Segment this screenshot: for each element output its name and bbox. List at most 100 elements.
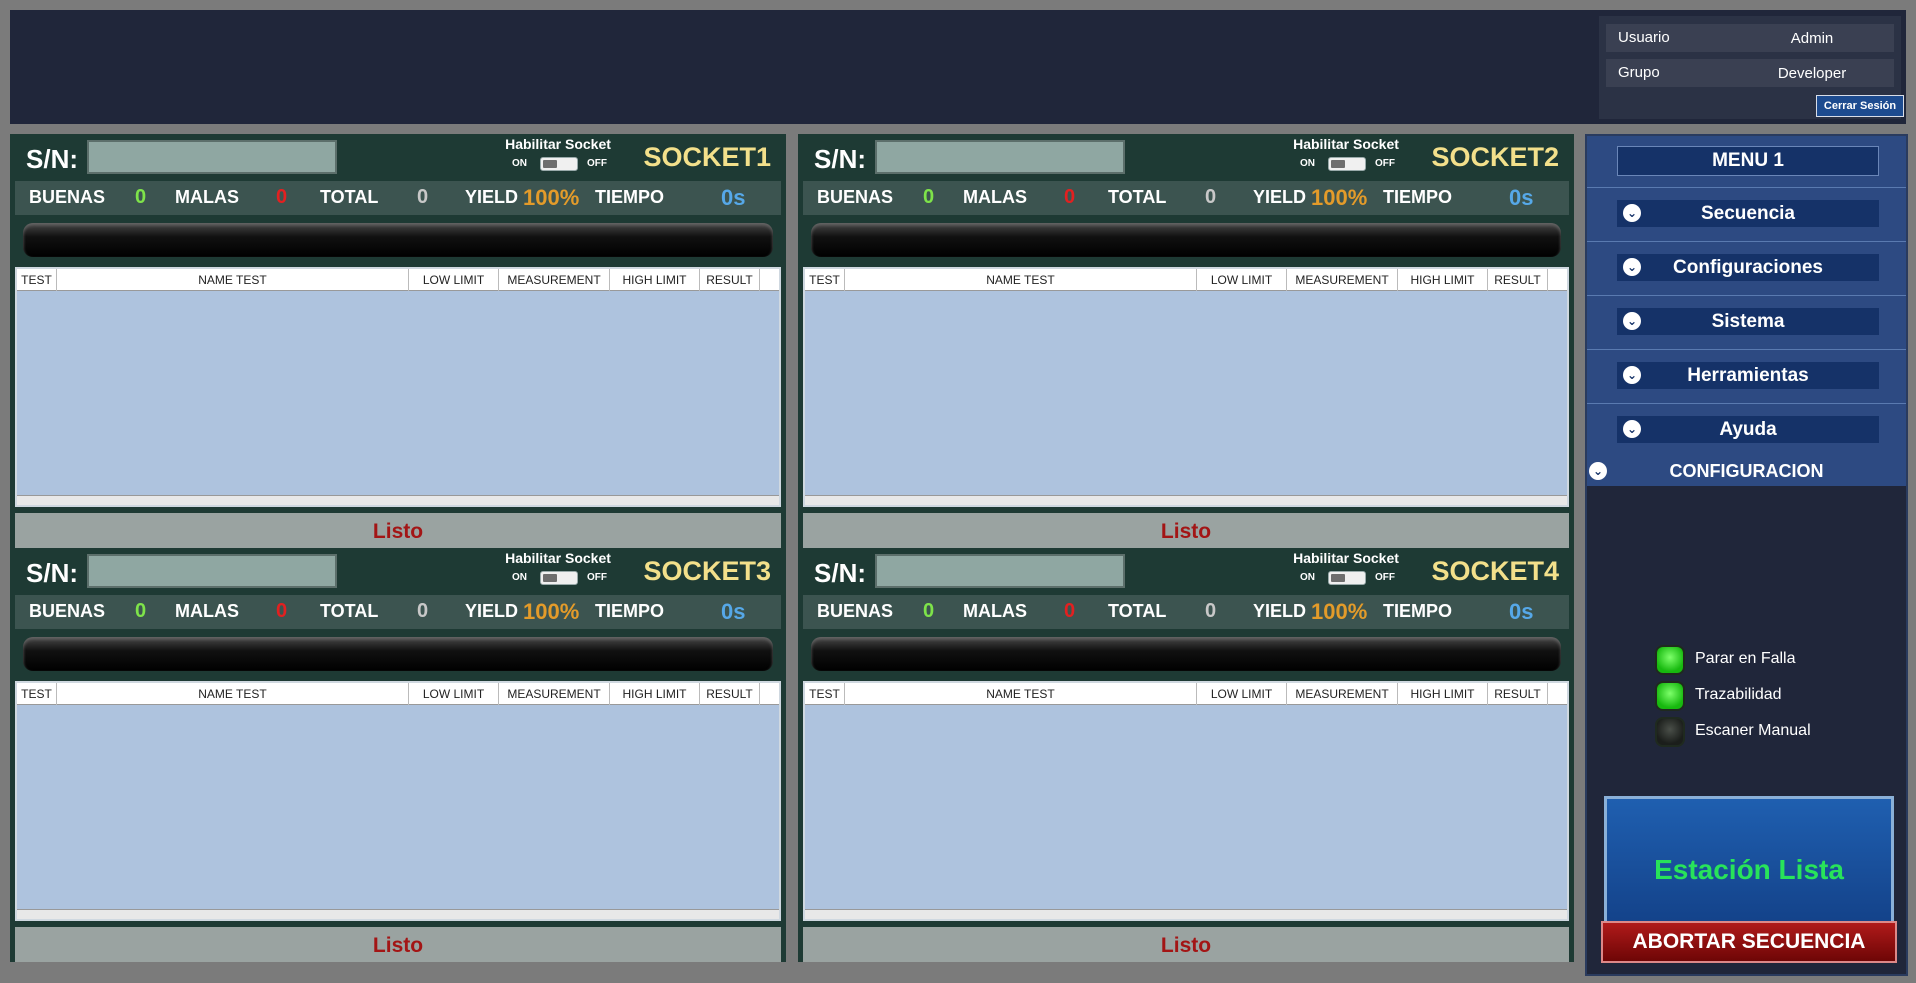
col-result: RESULT [1488, 269, 1548, 291]
chevron-down-icon[interactable]: ⌄ [1623, 366, 1641, 384]
traceability-indicator[interactable] [1655, 681, 1685, 711]
col-low-limit: LOW LIMIT [409, 683, 499, 705]
bad-label: MALAS [963, 187, 1027, 207]
serial-number-input[interactable] [87, 140, 337, 174]
serial-number-input[interactable] [87, 554, 337, 588]
test-results-table[interactable]: TEST NAME TEST LOW LIMIT MEASUREMENT HIG… [15, 681, 781, 921]
time-label: TIEMPO [595, 601, 665, 621]
abort-sequence-button[interactable]: ABORTAR SECUENCIA [1601, 921, 1897, 963]
chevron-down-icon[interactable]: ⌄ [1623, 420, 1641, 438]
table-horizontal-scrollbar[interactable] [805, 909, 1567, 919]
stats-bar: BUENAS 0 MALAS 0 TOTAL 0 YIELD 100% TIEM… [803, 595, 1569, 629]
toggle-knob [1331, 160, 1345, 168]
table-horizontal-scrollbar[interactable] [17, 909, 779, 919]
off-label: OFF [1375, 572, 1395, 583]
col-high-limit: HIGH LIMIT [610, 269, 700, 291]
chevron-down-icon[interactable]: ⌄ [1623, 204, 1641, 222]
socket-status: Listo [803, 513, 1569, 548]
on-label: ON [1300, 158, 1315, 169]
progress-bar [811, 223, 1561, 257]
socket-title: SOCKET4 [1431, 556, 1559, 586]
col-result: RESULT [1488, 683, 1548, 705]
configuracion-section[interactable]: ⌄ CONFIGURACION [1587, 456, 1906, 486]
col-measurement: MEASUREMENT [1287, 683, 1398, 705]
menu-item-ayuda: Ayuda ⌄ [1587, 404, 1906, 456]
col-high-limit: HIGH LIMIT [1398, 683, 1488, 705]
configuracion-label: CONFIGURACION [1669, 461, 1824, 481]
logout-button[interactable]: Cerrar Sesión [1816, 95, 1904, 117]
progress-bar [23, 223, 773, 257]
yield-value: 100% [1311, 599, 1368, 624]
sistema-button[interactable]: Sistema [1617, 308, 1879, 335]
col-result: RESULT [700, 683, 760, 705]
good-count: 0 [923, 186, 935, 208]
test-results-table[interactable]: TEST NAME TEST LOW LIMIT MEASUREMENT HIG… [803, 681, 1569, 921]
stop-on-failure-indicator[interactable] [1655, 645, 1685, 675]
good-label: BUENAS [817, 601, 894, 621]
enable-socket-toggle[interactable] [1328, 157, 1366, 171]
total-label: TOTAL [1108, 187, 1167, 207]
ayuda-button[interactable]: Ayuda [1617, 416, 1879, 443]
menu-header: MENU 1 [1587, 136, 1906, 188]
yield-label: YIELD [465, 601, 519, 621]
chevron-down-icon[interactable]: ⌄ [1623, 258, 1641, 276]
yield-value: 100% [523, 599, 580, 624]
good-count: 0 [923, 600, 935, 622]
enable-socket-switch-row: ON OFF [505, 156, 615, 172]
herramientas-button[interactable]: Herramientas [1617, 362, 1879, 389]
table-header: TEST NAME TEST LOW LIMIT MEASUREMENT HIG… [805, 683, 1567, 705]
group-value: Developer [1777, 65, 1847, 82]
configuraciones-button[interactable]: Configuraciones [1617, 254, 1879, 281]
col-measurement: MEASUREMENT [1287, 269, 1398, 291]
socket-title: SOCKET1 [643, 142, 771, 172]
enable-socket-label: Habilitar Socket [505, 136, 611, 152]
total-label: TOTAL [320, 601, 379, 621]
total-count: 0 [417, 186, 429, 208]
col-result: RESULT [700, 269, 760, 291]
yield-label: YIELD [465, 187, 519, 207]
time-value: 0s [721, 185, 746, 210]
table-horizontal-scrollbar[interactable] [805, 495, 1567, 505]
off-label: OFF [1375, 158, 1395, 169]
yield-value: 100% [523, 185, 580, 210]
option-label: Escaner Manual [1695, 722, 1811, 739]
toggle-knob [543, 574, 557, 582]
good-label: BUENAS [29, 601, 106, 621]
col-test: TEST [805, 269, 845, 291]
table-horizontal-scrollbar[interactable] [17, 495, 779, 505]
enable-socket-toggle[interactable] [540, 157, 578, 171]
total-count: 0 [1205, 186, 1217, 208]
chevron-down-icon[interactable]: ⌄ [1623, 312, 1641, 330]
yield-label: YIELD [1253, 187, 1307, 207]
toggle-knob [543, 160, 557, 168]
stats-bar: BUENAS 0 MALAS 0 TOTAL 0 YIELD 100% TIEM… [803, 181, 1569, 215]
enable-socket-label: Habilitar Socket [1293, 550, 1399, 566]
bad-count: 0 [276, 600, 288, 622]
option-label: Parar en Falla [1695, 650, 1796, 667]
test-results-table[interactable]: TEST NAME TEST LOW LIMIT MEASUREMENT HIG… [15, 267, 781, 507]
time-label: TIEMPO [1383, 187, 1453, 207]
col-name-test: NAME TEST [845, 683, 1197, 705]
manual-scanner-indicator[interactable] [1655, 717, 1685, 747]
enable-socket-label: Habilitar Socket [505, 550, 611, 566]
enable-socket-label: Habilitar Socket [1293, 136, 1399, 152]
yield-label: YIELD [1253, 601, 1307, 621]
time-value: 0s [1509, 185, 1534, 210]
total-label: TOTAL [1108, 601, 1167, 621]
header-bar: Usuario Admin Grupo Developer Cerrar Ses… [10, 10, 1906, 124]
secuencia-button[interactable]: Secuencia [1617, 200, 1879, 227]
on-label: ON [1300, 572, 1315, 583]
off-label: OFF [587, 572, 607, 583]
socket-panel-1: S/N: Habilitar Socket ON OFF SOCKET1 BUE… [10, 134, 786, 548]
col-name-test: NAME TEST [845, 269, 1197, 291]
serial-number-input[interactable] [875, 554, 1125, 588]
total-label: TOTAL [320, 187, 379, 207]
on-label: ON [512, 572, 527, 583]
progress-bar [23, 637, 773, 671]
test-results-table[interactable]: TEST NAME TEST LOW LIMIT MEASUREMENT HIG… [803, 267, 1569, 507]
enable-socket-toggle[interactable] [540, 571, 578, 585]
sn-label: S/N: [814, 144, 866, 174]
enable-socket-toggle[interactable] [1328, 571, 1366, 585]
table-header: TEST NAME TEST LOW LIMIT MEASUREMENT HIG… [17, 683, 779, 705]
serial-number-input[interactable] [875, 140, 1125, 174]
